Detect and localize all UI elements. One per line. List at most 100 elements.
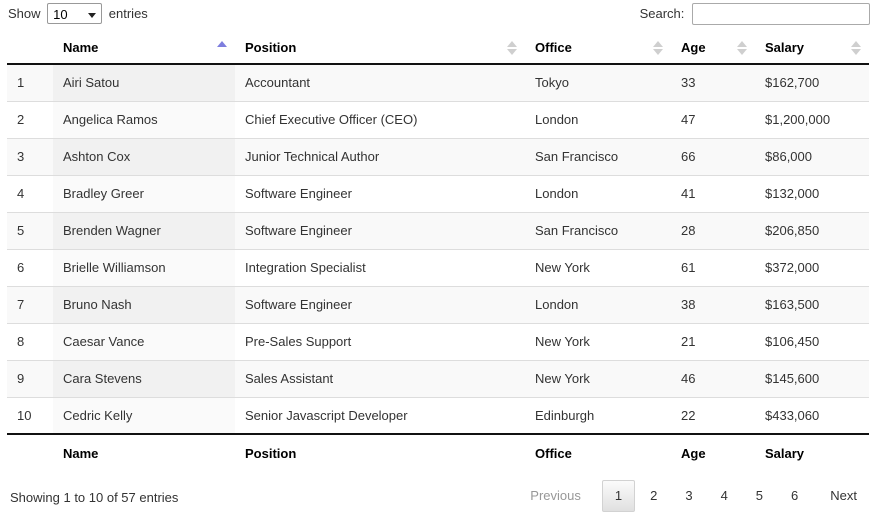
cell-office: Tokyo	[525, 64, 671, 101]
cell-salary: $106,450	[755, 322, 869, 360]
datatable-app: Show 102550100 entries Search: NamePosit…	[0, 0, 876, 512]
cell-index: 4	[7, 174, 53, 212]
pagination-page-3[interactable]: 3	[672, 480, 705, 512]
pagination-previous-button: Previous	[530, 488, 581, 503]
column-header-name[interactable]: Name	[53, 32, 235, 65]
pagination-page-6[interactable]: 6	[778, 480, 811, 512]
pagination-next-button[interactable]: Next	[817, 480, 870, 512]
table-head: Name Position Office Age Salary	[7, 32, 869, 65]
cell-salary: $1,200,000	[755, 100, 869, 138]
column-header-label: Office	[535, 40, 572, 55]
table-row[interactable]: 4 Bradley Greer Software Engineer London 41 $…	[7, 174, 869, 212]
table-row[interactable]: 7 Bruno Nash Software Engineer London 38 $163…	[7, 285, 869, 323]
column-header-label: Name	[63, 40, 99, 55]
cell-salary: $163,500	[755, 285, 869, 323]
cell-name: Bradley Greer	[53, 174, 235, 212]
cell-office: London	[525, 174, 671, 212]
column-footer-index	[7, 433, 53, 472]
table-row[interactable]: 6 Brielle Williamson Integration Specialis…	[7, 248, 869, 286]
cell-age: 21	[671, 322, 755, 360]
cell-salary: $206,850	[755, 211, 869, 249]
cell-position: Software Engineer	[235, 285, 525, 323]
cell-position: Senior Javascript Developer	[235, 396, 525, 434]
column-footer-office: Office	[525, 433, 671, 472]
table-foot: Name Position Office Age Salary	[7, 433, 869, 472]
sort-both-icon	[507, 40, 517, 55]
cell-office: New York	[525, 248, 671, 286]
column-footer-name: Name	[53, 433, 235, 472]
table-row[interactable]: 3 Ashton Cox Junior Technical Author San Fr…	[7, 137, 869, 175]
table-row[interactable]: 9 Cara Stevens Sales Assistant New York 46 $1…	[7, 359, 869, 397]
cell-salary: $162,700	[755, 64, 869, 101]
table-row[interactable]: 8 Caesar Vance Pre-Sales Support New York 21…	[7, 322, 869, 360]
cell-position: Accountant	[235, 64, 525, 101]
cell-name: Cara Stevens	[53, 359, 235, 397]
cell-position: Chief Executive Officer (CEO)	[235, 100, 525, 138]
table-row[interactable]: 10 Cedric Kelly Senior Javascript Develope…	[7, 396, 869, 434]
cell-office: New York	[525, 359, 671, 397]
pagination: Previous 1 2 3 4 5 6 Next	[515, 480, 870, 512]
cell-salary: $433,060	[755, 396, 869, 434]
cell-index: 2	[7, 100, 53, 138]
column-header-office[interactable]: Office	[525, 32, 671, 65]
cell-position: Junior Technical Author	[235, 137, 525, 175]
cell-office: San Francisco	[525, 211, 671, 249]
table-footer-row: Name Position Office Age Salary	[7, 433, 869, 472]
search-input[interactable]	[692, 2, 870, 25]
cell-index: 6	[7, 248, 53, 286]
cell-name: Airi Satou	[53, 64, 235, 101]
pagination-page-1[interactable]: 1	[601, 480, 636, 512]
column-header-salary[interactable]: Salary	[755, 32, 869, 65]
table-body: 1 Airi Satou Accountant Tokyo 33 $162,700 2 Ang…	[7, 64, 869, 434]
column-header-label: Salary	[765, 40, 805, 55]
cell-office: London	[525, 285, 671, 323]
cell-age: 47	[671, 100, 755, 138]
cell-age: 61	[671, 248, 755, 286]
cell-name: Caesar Vance	[53, 322, 235, 360]
cell-position: Sales Assistant	[235, 359, 525, 397]
table-row[interactable]: 5 Brenden Wagner Software Engineer San Fran…	[7, 211, 869, 249]
cell-age: 41	[671, 174, 755, 212]
employees-table: Name Position Office Age Salary 1 Airi Satou A…	[7, 32, 869, 472]
column-header-label: Age	[681, 40, 706, 55]
pagination-page-5[interactable]: 5	[743, 480, 776, 512]
table-header-row: Name Position Office Age Salary	[7, 32, 869, 65]
column-footer-position: Position	[235, 433, 525, 472]
show-entries-suffix-label: entries	[108, 6, 148, 21]
sort-both-icon	[851, 40, 861, 55]
cell-index: 7	[7, 285, 53, 323]
cell-age: 46	[671, 359, 755, 397]
column-footer-age: Age	[671, 433, 755, 472]
cell-name: Brielle Williamson	[53, 248, 235, 286]
column-header-position[interactable]: Position	[235, 32, 525, 65]
cell-office: Edinburgh	[525, 396, 671, 434]
cell-index: 3	[7, 137, 53, 175]
table-info-text: Showing 1 to 10 of 57 entries	[10, 490, 179, 505]
cell-position: Integration Specialist	[235, 248, 525, 286]
pagination-page-2[interactable]: 2	[637, 480, 670, 512]
cell-position: Pre-Sales Support	[235, 322, 525, 360]
page-length-select[interactable]: 102550100	[47, 2, 103, 24]
cell-index: 5	[7, 211, 53, 249]
cell-age: 33	[671, 64, 755, 101]
table-controls-bar: Show 102550100 entries Search:	[0, 0, 876, 32]
column-header-label: Position	[245, 40, 297, 55]
cell-index: 8	[7, 322, 53, 360]
table-row[interactable]: 2 Angelica Ramos Chief Executive Officer (…	[7, 100, 869, 138]
sort-ascending-icon	[217, 40, 227, 55]
cell-age: 66	[671, 137, 755, 175]
column-header-index	[7, 32, 53, 65]
pagination-page-4[interactable]: 4	[708, 480, 741, 512]
cell-salary: $372,000	[755, 248, 869, 286]
column-header-age[interactable]: Age	[671, 32, 755, 65]
cell-office: New York	[525, 322, 671, 360]
cell-index: 10	[7, 396, 53, 434]
table-row[interactable]: 1 Airi Satou Accountant Tokyo 33 $162,700	[7, 64, 869, 101]
sort-both-icon	[653, 40, 663, 55]
cell-salary: $86,000	[755, 137, 869, 175]
cell-index: 9	[7, 359, 53, 397]
cell-office: London	[525, 100, 671, 138]
page-length-select-wrapper[interactable]: 102550100	[47, 2, 103, 27]
table-footer-bar: Showing 1 to 10 of 57 entries Previous 1 2…	[0, 478, 876, 522]
cell-name: Bruno Nash	[53, 285, 235, 323]
